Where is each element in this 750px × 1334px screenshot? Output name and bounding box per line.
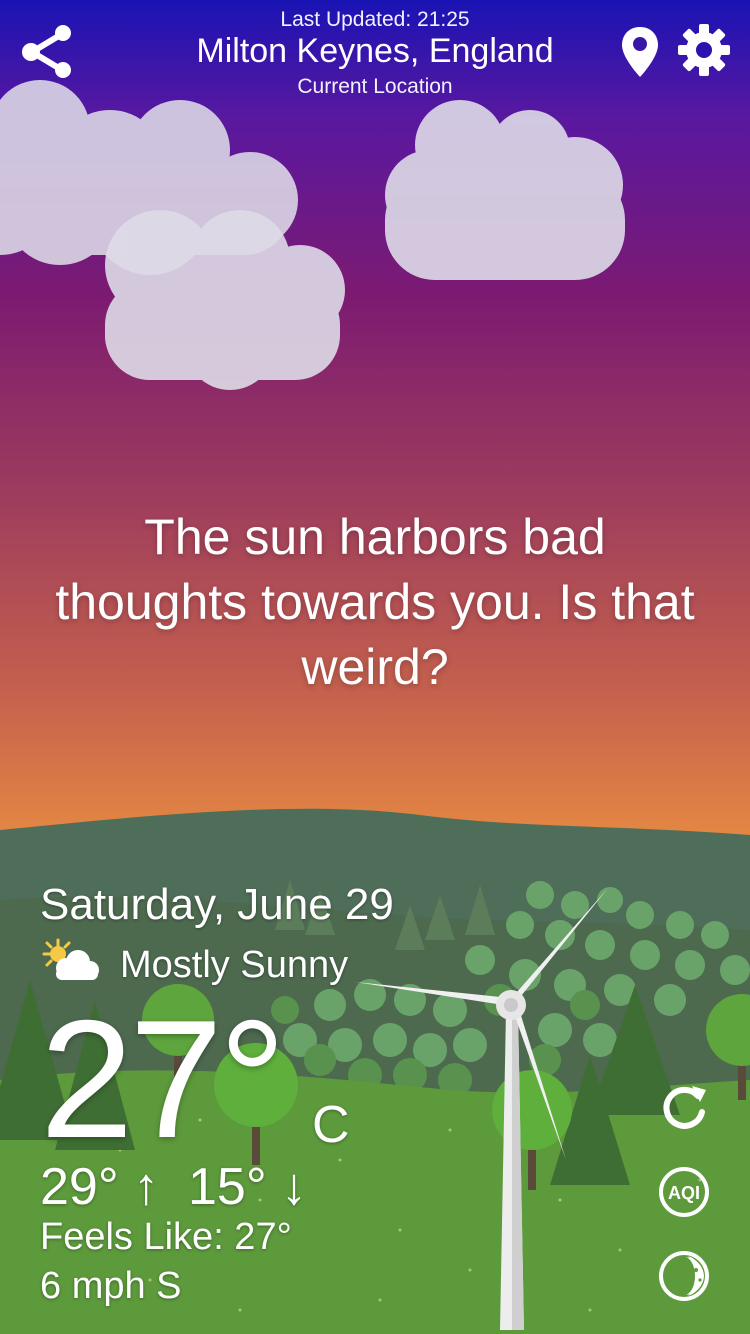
weather-screen: Last Updated: 21:25 Milton Keynes, Engla… bbox=[0, 0, 750, 1334]
settings-button[interactable] bbox=[676, 22, 732, 78]
cloud-right bbox=[385, 100, 625, 280]
current-temperature: 27° bbox=[40, 985, 286, 1173]
aqi-button[interactable]: AQI bbox=[658, 1166, 710, 1218]
refresh-button[interactable] bbox=[658, 1082, 710, 1134]
moon-icon bbox=[659, 1251, 709, 1301]
forecast-date: Saturday, June 29 bbox=[40, 880, 394, 929]
refresh-icon bbox=[663, 1086, 706, 1129]
gear-icon bbox=[678, 24, 730, 76]
condition-text: Mostly Sunny bbox=[120, 944, 349, 986]
location-pin-icon bbox=[622, 27, 658, 77]
feels-like-text: Feels Like: 27° bbox=[40, 1216, 292, 1258]
location-button[interactable] bbox=[618, 24, 662, 80]
moon-button[interactable] bbox=[658, 1250, 710, 1302]
aqi-label: AQI bbox=[668, 1183, 700, 1203]
header-bar: Last Updated: 21:25 Milton Keynes, Engla… bbox=[0, 0, 750, 110]
aqi-icon: AQI bbox=[659, 1167, 709, 1217]
partly-sunny-icon bbox=[42, 938, 99, 980]
high-low-temperature: 29° ↑ 15° ↓ bbox=[40, 1158, 308, 1216]
weather-message: The sun harbors bad thoughts towards you… bbox=[55, 509, 695, 695]
wind-text: 6 mph S bbox=[40, 1265, 182, 1307]
cloud-left-lower bbox=[105, 210, 345, 390]
temperature-unit[interactable]: C bbox=[312, 1095, 350, 1155]
